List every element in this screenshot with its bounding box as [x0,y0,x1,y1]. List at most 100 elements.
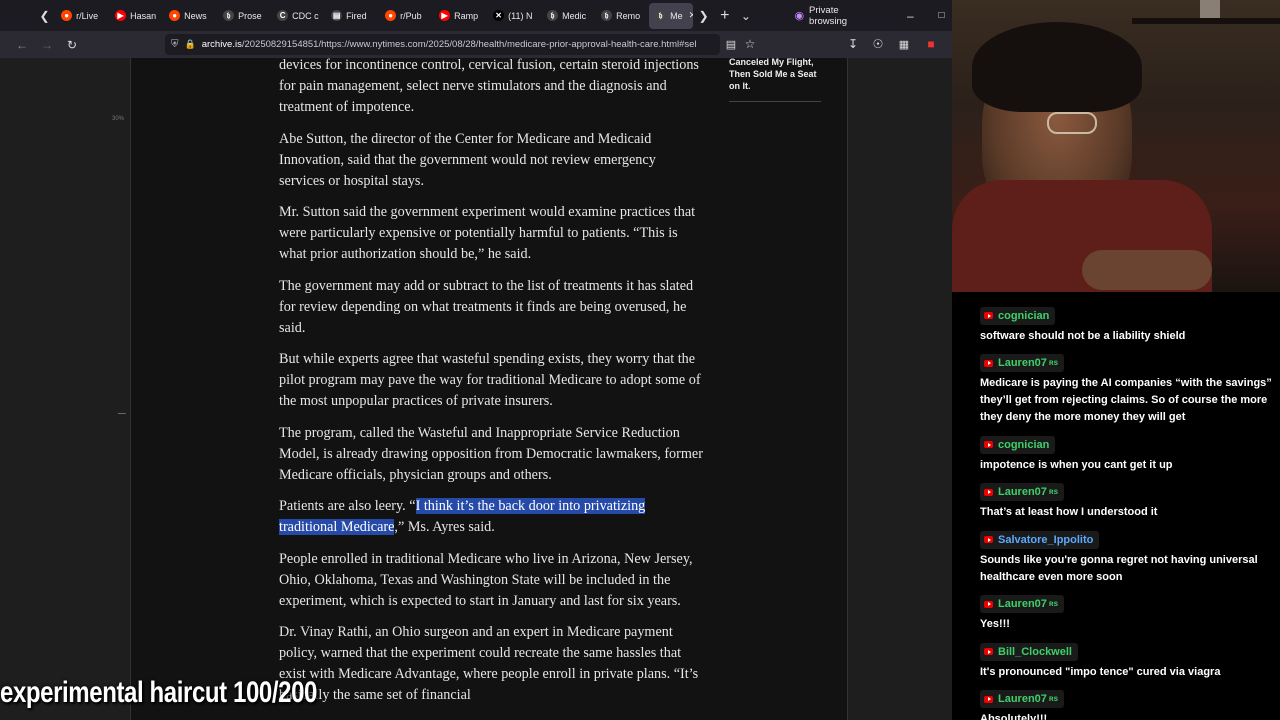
tab-label: Me [670,10,683,21]
forward-button[interactable]: → [36,34,58,56]
pronoun-badge: ʀs [1048,358,1059,367]
tab-bar: ❮ ● r/Live ▶ Hasan ● News 𝔥 Prose C CDC c ▤ Fired ● r… [0,0,952,31]
username-text: cognician [998,309,1050,322]
article-paragraph: Patients are also leery. “I think it’s t… [279,496,704,538]
username-text: Salvatore_Ippolito [998,533,1094,546]
new-tab-icon[interactable]: + [714,5,735,27]
reddit-icon: ● [385,10,397,21]
tab-list-chevron-icon[interactable]: ⌄ [735,5,756,27]
list-all-tabs-back-icon[interactable]: ❮ [34,5,55,27]
scroll-tabs-right-icon[interactable]: ❯ [693,5,714,27]
youtube-icon [984,359,993,367]
hand [1082,250,1212,290]
youtube-icon [984,695,993,703]
extension-badge-icon[interactable]: ■ [920,33,942,55]
tab-7[interactable]: ▶ Ramp [433,3,485,29]
tab-0[interactable]: ● r/Live [55,3,107,29]
tab-6[interactable]: ● r/Pub [379,3,431,29]
article-paragraph: The government may add or subtract to th… [279,277,694,336]
back-button[interactable]: ← [11,34,33,56]
chat-message: Lauren07 ʀs That’s at least how I understo… [980,483,1280,522]
tab-3[interactable]: 𝔥 Prose [217,3,269,29]
tab-label: Ramp [454,10,479,21]
chat-username[interactable]: Lauren07 ʀs [980,483,1065,501]
url-host: archive.is [201,39,242,50]
chat-message: Lauren07 ʀs Yes!!! [980,595,1280,634]
tab-5[interactable]: ▤ Fired [325,3,377,29]
chat-username[interactable]: cognician [980,306,1056,325]
youtube-icon [984,441,993,448]
tab-4[interactable]: C CDC c [271,3,323,29]
chat-message-text: Yes!!! [980,618,1010,630]
username-text: Lauren07 [998,357,1047,369]
address-bar[interactable]: ⛨ 🔒 archive.is/20250829154851/https://ww… [165,34,720,55]
paragraph-text: ,” Ms. Ayres said. [394,519,495,535]
archive-gutter: 30% [0,58,131,720]
tab-label: Medic [562,10,587,21]
tab-label: Prose [238,10,262,21]
tab-1[interactable]: ▶ Hasan [109,3,161,29]
chat-username[interactable]: Lauren07 ʀs [980,690,1065,708]
chat-message: Lauren07 ʀs Absolutely!!! [980,690,1280,720]
nytimes-icon: 𝔥 [601,10,613,21]
youtube-icon [984,536,993,543]
chat-message: Lauren07 ʀs Medicare is paying the AI comp… [980,354,1280,427]
paragraph-text: Patients are also leery. “ [279,498,416,514]
tab-9[interactable]: 𝔥 Medic [541,3,593,29]
chat-message: cognician impotence is when you cant get … [980,435,1280,474]
tab-label: CDC c [292,10,319,21]
account-icon[interactable]: ☉ [867,33,889,55]
tab-2[interactable]: ● News [163,3,215,29]
article-paragraph: But while experts agree that wasteful sp… [279,351,701,409]
url-path: /20250829154851/https://www.nytimes.com/… [241,39,697,50]
chat-message-text: That’s at least how I understood it [980,506,1158,518]
related-story-title[interactable]: Canceled My Flight, Then Sold Me a Seat … [729,58,821,92]
tab-10[interactable]: 𝔥 Remo [595,3,647,29]
nytimes-icon: 𝔥 [547,10,559,21]
extensions-icon[interactable]: ▦ [893,33,915,55]
chat-message-text: impotence is when you cant get it up [980,458,1173,471]
stream-overlay-caption: experimental haircut 100/200 [0,676,317,709]
nav-toolbar: ← → ↻ ⛨ 🔒 archive.is/20250829154851/http… [0,31,952,58]
chat-panel: cognician software should not be a liabil… [952,292,1280,720]
url-text: archive.is/20250829154851/https://www.ny… [202,39,697,50]
youtube-icon: ▶ [115,10,127,21]
youtube-icon [984,488,993,496]
tab-8[interactable]: ✕ (11) N [487,3,539,29]
chat-username[interactable]: cognician [980,435,1056,454]
tab-label: News [184,10,207,21]
webcam-feed [952,0,1280,292]
lock-icon: 🔒 [184,39,196,49]
zoom-marker: 30% [112,116,125,122]
shield-icon: ⛨ [171,39,179,50]
maximize-button[interactable]: □ [931,5,952,27]
minimize-button[interactable]: – [900,5,921,27]
pronoun-badge: ʀs [1048,694,1059,703]
youtube-icon [984,600,993,608]
glasses [1047,112,1097,134]
tab-11[interactable]: 𝔥 Me ✕ [649,2,694,29]
bookmark-star-icon[interactable]: ☆ [739,33,761,55]
chat-username[interactable]: Salvatore_Ippolito [980,530,1100,549]
chat-username[interactable]: Lauren07 ʀs [980,595,1065,613]
pronoun-badge: ʀs [1048,487,1059,496]
tab-label: Hasan [130,10,157,21]
chat-message-text: It's pronounced "impo tence" cured via v… [980,665,1221,678]
reload-button[interactable]: ↻ [61,34,83,56]
chat-username[interactable]: Lauren07 ʀs [980,354,1065,372]
tab-label: r/Live [76,10,99,21]
article-paragraph: People enrolled in traditional Medicare … [279,550,693,609]
youtube-icon: ▶ [439,10,451,21]
chat-message: Bill_Clockwell It's pronounced "impo tenc… [980,642,1280,681]
tab-label: (11) N [508,10,533,21]
pronoun-badge: ʀs [1048,599,1059,608]
related-story[interactable]: Canceled My Flight, Then Sold Me a Seat … [729,58,821,102]
chat-username[interactable]: Bill_Clockwell [980,642,1078,661]
private-mask-icon: ◉ [794,10,805,22]
screen: ❮ ● r/Live ▶ Hasan ● News 𝔥 Prose C CDC c ▤ Fired ● r… [0,0,1280,720]
downloads-icon[interactable]: ↧ [842,33,864,55]
chat-message: Salvatore_Ippolito Sounds like you're gon… [980,530,1280,586]
browser-window: ❮ ● r/Live ▶ Hasan ● News 𝔥 Prose C CDC c ▤ Fired ● r… [0,0,952,720]
chat-message-text: software should not be a liability shiel… [980,329,1186,342]
tab-label: r/Pub [400,10,422,21]
